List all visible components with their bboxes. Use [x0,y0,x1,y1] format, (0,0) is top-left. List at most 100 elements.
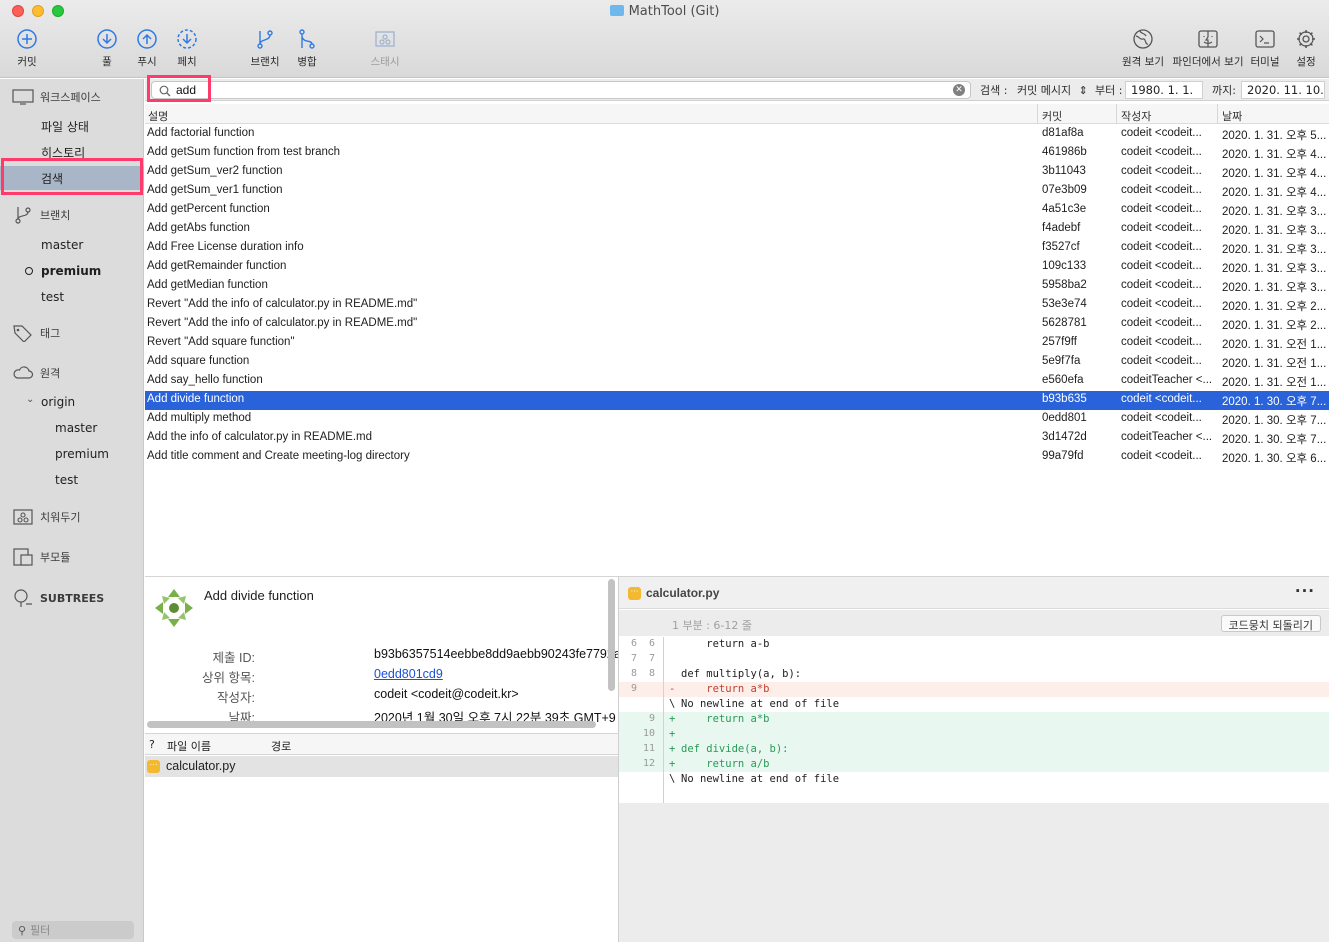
detail-vertical-scrollbar[interactable] [608,579,615,691]
settings-button[interactable]: 설정 [1280,28,1329,74]
sidebar-item-remote-origin[interactable]: ⌄ origin [0,390,144,414]
fetch-button[interactable]: 페치 [160,28,214,74]
column-header-filename[interactable]: 파일 이름 [167,738,211,754]
commit-button[interactable]: 커밋 [0,28,54,74]
sidebar-item-branch-test[interactable]: test [0,285,144,309]
search-mode-label: 검색 : [980,84,1008,97]
search-input[interactable] [176,83,936,97]
commit-date: 2020. 1. 30. 오후 6... [1222,453,1326,465]
column-divider[interactable] [1217,104,1218,124]
commit-row[interactable]: Add factorial function d81af8a codeit <cod… [145,125,1329,144]
merge-button[interactable]: 병합 [280,28,334,74]
subtrees-label: SUBTREES [40,591,105,605]
column-header-desc[interactable]: 설명 [148,108,168,124]
commit-row[interactable]: Add getSum_ver1 function 07e3b09 codeit <c… [145,182,1329,201]
old-line-number: 9 [630,683,637,694]
diff-line-added[interactable]: 10 + [619,727,1329,742]
diff-line-added[interactable]: 9 + return a*b [619,712,1329,727]
commit-hash: 3d1472d [1042,431,1087,443]
search-bar: ✕ 검색 : 커밋 메시지 ⇕ 부터 : 1980. 1. 1. 까지: 202… [145,79,1329,101]
column-header-date[interactable]: 날짜 [1222,108,1242,124]
detail-horizontal-scrollbar[interactable] [147,721,596,728]
diff-empty-area [619,803,1329,942]
sidebar-item-remote-test[interactable]: test [0,468,144,492]
commit-date: 2020. 1. 30. 오후 7... [1222,396,1326,408]
column-divider[interactable] [1037,104,1038,124]
diff-marker: - [669,683,676,695]
remote-view-button[interactable]: 원격 보기 [1116,28,1170,74]
commit-date: 2020. 1. 31. 오전 1... [1222,358,1326,370]
new-line-number: 7 [648,653,655,664]
sidebar-item-remote-premium[interactable]: premium [0,442,144,466]
column-header-status[interactable]: ? [149,738,155,751]
commit-row[interactable]: Add getSum_ver2 function 3b11043 codeit <c… [145,163,1329,182]
sidebar-filter-input[interactable]: ⚲ 필터 [12,921,134,939]
diff-line-added[interactable]: 11 + def divide(a, b): [619,742,1329,757]
stash-icon [375,31,395,47]
commit-row[interactable]: Revert "Add square function" 257f9ff codei… [145,334,1329,353]
commit-row[interactable]: Add say_hello function e560efa codeitTeach… [145,372,1329,391]
commit-author: codeit <codeit... [1121,450,1202,462]
sidebar-item-search[interactable]: 검색 [0,166,144,190]
from-date-field[interactable]: 1980. 1. 1. [1125,81,1203,99]
more-options-icon[interactable]: ··· [1295,582,1315,600]
commit-row[interactable]: Revert "Add the info of calculator.py in… [145,315,1329,334]
commit-row[interactable]: Add getAbs function f4adebf codeit <codeit… [145,220,1329,239]
sidebar-item-branch-master[interactable]: master [0,233,144,257]
discard-hunk-button[interactable]: 코드뭉치 되돌리기 [1220,615,1321,632]
file-list-item[interactable]: ··· calculator.py [145,756,618,777]
commit-row[interactable]: Revert "Add the info of calculator.py in… [145,296,1329,315]
clear-search-icon[interactable]: ✕ [953,84,965,96]
sidebar-section-branches[interactable]: 브랜치 [12,204,70,226]
search-field[interactable]: ✕ [151,81,971,99]
commit-row[interactable]: Add the info of calculator.py in README.… [145,429,1329,448]
search-mode-select[interactable]: 커밋 메시지 ⇕ [1017,82,1088,98]
finder-view-button[interactable]: 파인더에서 보기 [1172,28,1244,74]
commit-row[interactable]: Add getRemainder function 109c133 codeit <… [145,258,1329,277]
sidebar-item-history[interactable]: 히스토리 [0,140,144,164]
commit-row[interactable]: Add Free License duration info f3527cf cod… [145,239,1329,258]
sidebar-item-remote-master[interactable]: master [0,416,144,440]
commit-description: Add say_hello function [147,374,263,386]
avatar [153,587,195,629]
sidebar-section-workspace[interactable]: 워크스페이스 [12,86,101,108]
sidebar-section-tags[interactable]: 태그 [12,322,60,344]
commit-date: 2020. 1. 31. 오후 3... [1222,225,1326,237]
diff-line-added[interactable]: 12 + return a/b [619,757,1329,772]
diff-line-context[interactable]: \ No newline at end of file [619,772,1329,787]
diff-line-context[interactable]: \ No newline at end of file [619,697,1329,712]
sidebar-item-file-status[interactable]: 파일 상태 [0,114,144,138]
merge-icon [299,29,315,49]
diff-line-context[interactable]: 66 return a-b [619,637,1329,652]
commit-author: codeit <codeit... [1121,184,1202,196]
column-header-commit[interactable]: 커밋 [1042,108,1062,124]
commit-row[interactable]: Add getPercent function 4a51c3e codeit <co… [145,201,1329,220]
settings-label: 설정 [1296,56,1316,68]
sidebar-section-remotes[interactable]: 원격 [12,362,60,384]
file-name: calculator.py [166,759,236,773]
column-divider[interactable] [1116,104,1117,124]
sidebar-section-submodules[interactable]: 부모듈 [12,546,70,568]
terminal-icon [1255,30,1275,48]
commit-row[interactable]: Add divide function b93b635 codeit <codeit… [145,391,1329,410]
commit-list-header: 설명 커밋 작성자 날짜 [145,104,1329,124]
commit-row[interactable]: Add multiply method 0edd801 codeit <codeit… [145,410,1329,429]
diff-line-context[interactable]: 77 [619,652,1329,667]
commit-row[interactable]: Add getMedian function 5958ba2 codeit <cod… [145,277,1329,296]
sidebar-section-stashes[interactable]: 치워두기 [12,506,80,528]
commit-description: Add getSum function from test branch [147,146,341,158]
stash-button[interactable]: 스태시 [358,28,412,74]
commit-row[interactable]: Add getSum function from test branch 4619… [145,144,1329,163]
commit-row[interactable]: Add square function 5e9f7fa codeit <codeit… [145,353,1329,372]
column-header-path[interactable]: 경로 [271,738,291,754]
commit-row[interactable]: Add title comment and Create meeting-log… [145,448,1329,467]
sidebar-section-subtrees[interactable]: SUBTREES [12,587,104,609]
sidebar-item-branch-premium[interactable]: premium [0,259,144,283]
column-header-author[interactable]: 작성자 [1121,108,1151,124]
diff-line-removed[interactable]: 9 - return a*b [619,682,1329,697]
to-date-field[interactable]: 2020. 11. 10. [1241,81,1325,99]
commit-description: Revert "Add the info of calculator.py in… [147,298,418,310]
parent-commit-link[interactable]: 0edd801cd9 [374,667,443,681]
commit-date: 2020. 1. 31. 오전 1... [1222,339,1326,351]
diff-line-context[interactable]: 8 8 def multiply(a, b): [619,667,1329,682]
